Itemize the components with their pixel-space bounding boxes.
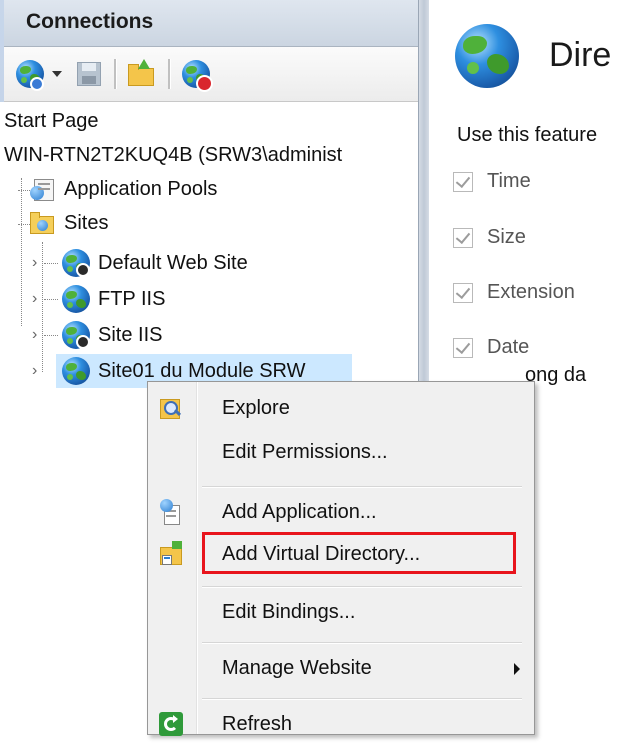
gear-badge-icon xyxy=(76,263,90,277)
explore-icon xyxy=(158,395,184,421)
site-globe-icon xyxy=(62,357,90,385)
menu-item-add-application[interactable]: Add Application... xyxy=(148,492,534,532)
menu-item-edit-bindings[interactable]: Edit Bindings... xyxy=(148,592,534,632)
feature-title: Dire xyxy=(549,36,612,74)
tree-item-site-iis[interactable]: › Site IIS xyxy=(0,318,418,352)
save-icon[interactable] xyxy=(74,59,104,89)
dropdown-arrow-icon[interactable] xyxy=(50,59,64,89)
expand-chevron-icon[interactable]: › xyxy=(32,363,44,379)
menu-item-refresh[interactable]: Refresh xyxy=(148,704,534,744)
menu-separator xyxy=(202,642,522,644)
menu-separator xyxy=(202,486,522,488)
menu-item-edit-permissions[interactable]: Edit Permissions... xyxy=(148,432,534,472)
tree-item-sites[interactable]: Sites xyxy=(0,206,418,240)
menu-separator xyxy=(202,586,522,588)
add-application-icon xyxy=(158,499,184,525)
feature-description: Use this feature xyxy=(457,124,598,146)
expand-chevron-icon[interactable]: › xyxy=(32,327,44,343)
tree-item-ftp-iis[interactable]: › FTP IIS xyxy=(0,282,418,316)
feature-globe-icon xyxy=(455,24,519,88)
application-pools-icon xyxy=(30,176,58,202)
connect-globe-icon[interactable] xyxy=(14,59,48,91)
expand-chevron-icon[interactable]: › xyxy=(32,291,44,307)
menu-separator xyxy=(202,698,522,700)
submenu-arrow-icon xyxy=(514,663,520,675)
checkbox-icon[interactable] xyxy=(453,338,473,358)
tree-item-application-pools[interactable]: Application Pools xyxy=(0,172,418,206)
site-globe-icon xyxy=(62,285,90,313)
checkbox-icon[interactable] xyxy=(453,172,473,192)
connections-header: Connections xyxy=(4,0,418,47)
gear-badge-icon xyxy=(76,335,90,349)
open-folder-icon[interactable] xyxy=(126,59,158,89)
connections-toolbar xyxy=(4,47,418,102)
tree-item-default-web-site[interactable]: › Default Web Site xyxy=(0,246,418,280)
checkbox-icon[interactable] xyxy=(453,228,473,248)
expand-chevron-icon[interactable]: › xyxy=(32,255,44,271)
menu-item-add-virtual-directory[interactable]: Add Virtual Directory... xyxy=(148,534,534,574)
context-menu: Explore Edit Permissions... Add Applicat… xyxy=(147,381,535,736)
toolbar-separator xyxy=(168,59,171,89)
toolbar-separator xyxy=(114,59,117,89)
connections-title: Connections xyxy=(26,10,154,33)
checkbox-icon[interactable] xyxy=(453,283,473,303)
add-virtual-directory-icon xyxy=(158,541,184,567)
disconnect-icon[interactable] xyxy=(180,59,214,92)
menu-item-explore[interactable]: Explore xyxy=(148,388,534,428)
sites-folder-icon xyxy=(30,212,56,234)
refresh-icon xyxy=(158,711,184,737)
menu-item-manage-website[interactable]: Manage Website xyxy=(148,648,534,688)
